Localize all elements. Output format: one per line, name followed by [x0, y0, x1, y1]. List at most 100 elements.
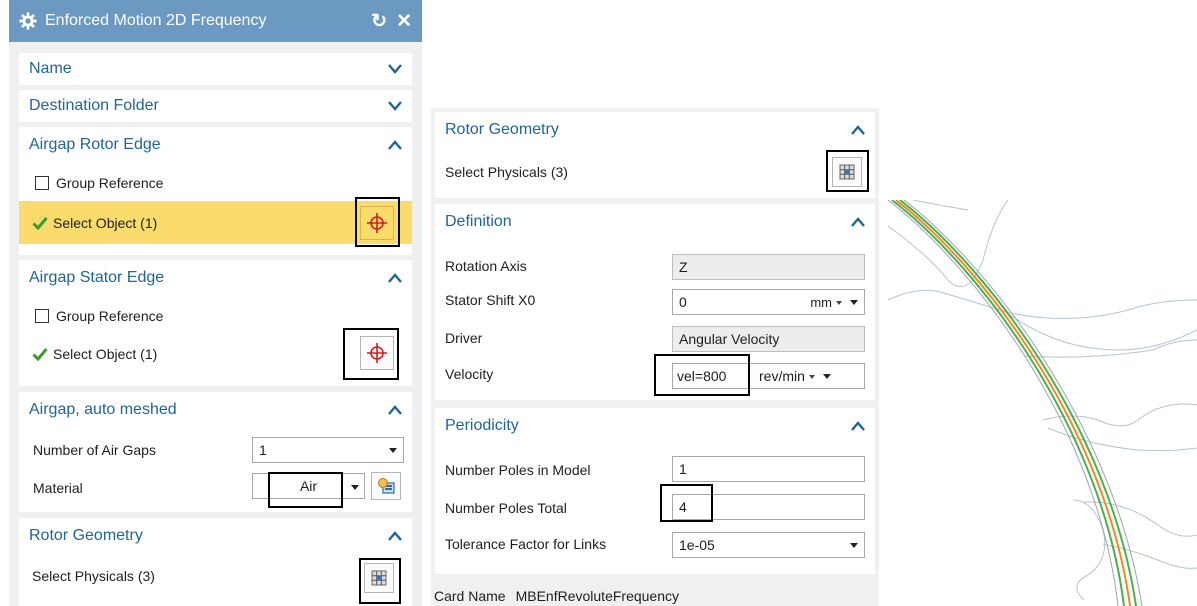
stator-group-reference-row[interactable]: Group Reference: [19, 304, 412, 328]
material-library-button[interactable]: [371, 472, 401, 500]
name-group-header[interactable]: Name: [19, 53, 412, 85]
group-reference-checkbox[interactable]: [35, 176, 49, 190]
destination-folder-group: Destination Folder: [19, 90, 412, 122]
group-reference-label: Group Reference: [56, 308, 164, 324]
dropdown-arrow-icon[interactable]: [850, 299, 858, 305]
gear-icon: [19, 12, 37, 30]
driver-label: Driver: [445, 330, 483, 346]
chevron-up-icon[interactable]: [851, 217, 865, 227]
chevron-up-icon[interactable]: [851, 125, 865, 135]
chevron-up-icon[interactable]: [851, 421, 865, 431]
dialog-title: Enforced Motion 2D Frequency: [45, 12, 267, 29]
unit-arrow-icon: [836, 301, 842, 306]
velocity-unit: rev/min: [759, 368, 805, 384]
destination-folder-header[interactable]: Destination Folder: [19, 90, 412, 122]
airgap-stator-edge-group: Airgap Stator Edge Group Reference Selec…: [19, 260, 412, 386]
rotor-geometry-title-left: Rotor Geometry: [29, 527, 143, 544]
rotor-geometry-title-right: Rotor Geometry: [445, 121, 559, 138]
rotor-selection-highlight-box: [355, 197, 400, 247]
select-physicals-label: Select Physicals (3): [32, 568, 155, 584]
poles-model-value: 1: [679, 461, 687, 477]
periodicity-header[interactable]: Periodicity: [435, 408, 875, 444]
poles-model-input[interactable]: 1: [672, 456, 865, 482]
physicals-highlight-box: [826, 150, 869, 192]
stator-shift-unit: mm: [810, 294, 832, 310]
destination-folder-title: Destination Folder: [29, 97, 159, 114]
dialog-title-bar: Enforced Motion 2D Frequency ↻ ✕: [9, 0, 422, 42]
dropdown-arrow-icon[interactable]: [822, 373, 831, 379]
airgap-stator-edge-title: Airgap Stator Edge: [29, 269, 165, 286]
airgap-auto-meshed-group: Airgap, auto meshed Number of Air Gaps 1…: [19, 392, 412, 512]
rotation-axis-value: Z: [679, 259, 688, 275]
card-name-value: MBEnfRevoluteFrequency: [515, 588, 680, 604]
airgap-auto-meshed-title: Airgap, auto meshed: [29, 401, 177, 418]
definition-title: Definition: [445, 213, 512, 230]
definition-header[interactable]: Definition: [435, 204, 875, 240]
airgap-arcs: [888, 200, 1143, 606]
chevron-up-icon[interactable]: [388, 273, 402, 283]
unit-arrow-icon: [808, 375, 815, 380]
dropdown-arrow-icon[interactable]: [351, 485, 359, 490]
num-air-gaps-value: 1: [259, 442, 267, 458]
name-group: Name: [19, 53, 412, 85]
periodicity-title: Periodicity: [445, 417, 519, 434]
rotation-axis-label: Rotation Axis: [445, 258, 527, 274]
physicals-highlight-box: [359, 558, 401, 604]
select-object-label: Select Object (1): [53, 214, 158, 231]
definition-group: Definition Rotation Axis Z Stator Shift …: [435, 204, 875, 400]
rotor-geometry-header-left[interactable]: Rotor Geometry: [19, 518, 412, 554]
rotor-geometry-group-right: Rotor Geometry Select Physicals (3): [435, 112, 875, 198]
periodicity-group: Periodicity Number Poles in Model 1 Numb…: [435, 408, 875, 574]
checkmark-icon: [32, 216, 48, 230]
material-library-icon: [378, 478, 395, 494]
select-object-label: Select Object (1): [53, 346, 158, 362]
checkmark-icon: [32, 348, 48, 361]
rotor-geometry-header-right[interactable]: Rotor Geometry: [435, 112, 875, 148]
model-graphics-view[interactable]: [888, 200, 1197, 606]
stator-shift-input[interactable]: 0 mm: [672, 289, 865, 315]
rotor-group-reference-row[interactable]: Group Reference: [19, 171, 412, 195]
velocity-unit-dropdown[interactable]: rev/min: [759, 368, 815, 384]
mesh-outline-lines: [888, 200, 1197, 601]
enforced-motion-dialog: Enforced Motion 2D Frequency ↻ ✕ Name De…: [9, 0, 422, 606]
material-label: Material: [33, 480, 83, 496]
group-reference-checkbox[interactable]: [35, 309, 49, 323]
chevron-up-icon[interactable]: [388, 531, 402, 541]
stator-selection-highlight-box: [343, 328, 399, 380]
close-icon[interactable]: ✕: [396, 12, 412, 31]
airgap-rotor-edge-header[interactable]: Airgap Rotor Edge: [19, 127, 412, 163]
stator-shift-label: Stator Shift X0: [445, 292, 536, 308]
rotor-select-object-row[interactable]: Select Object (1): [19, 201, 412, 244]
num-air-gaps-label: Number of Air Gaps: [33, 442, 156, 458]
reset-icon[interactable]: ↻: [371, 12, 387, 31]
chevron-down-icon[interactable]: [388, 64, 402, 74]
poles-model-label: Number Poles in Model: [445, 462, 591, 478]
rotation-axis-field: Z: [672, 254, 865, 280]
dropdown-arrow-icon: [850, 542, 858, 548]
material-highlight-box: [268, 472, 343, 508]
airgap-rotor-edge-title: Airgap Rotor Edge: [29, 136, 161, 153]
airgap-stator-edge-header[interactable]: Airgap Stator Edge: [19, 260, 412, 296]
velocity-highlight-box: [654, 354, 750, 396]
dropdown-arrow-icon: [389, 447, 397, 453]
stator-shift-unit-dropdown[interactable]: mm: [810, 295, 842, 310]
airgap-rotor-edge-group: Airgap Rotor Edge Group Reference Select…: [19, 127, 412, 255]
chevron-up-icon[interactable]: [388, 140, 402, 150]
card-name-row: Card Name MBEnfRevoluteFrequency: [434, 588, 679, 604]
velocity-label: Velocity: [445, 366, 494, 382]
tolerance-dropdown[interactable]: 1e-05: [672, 532, 865, 558]
select-physicals-label: Select Physicals (3): [445, 164, 568, 180]
rotor-definition-panel: Rotor Geometry Select Physicals (3) Defi…: [431, 108, 879, 606]
num-air-gaps-dropdown[interactable]: 1: [252, 437, 404, 463]
driver-field[interactable]: Angular Velocity: [672, 326, 865, 352]
chevron-down-icon[interactable]: [388, 101, 402, 111]
poles-total-label: Number Poles Total: [445, 500, 567, 516]
card-name-label: Card Name: [434, 588, 506, 604]
rotor-geometry-group-left: Rotor Geometry Select Physicals (3): [19, 518, 412, 606]
airgap-auto-meshed-header[interactable]: Airgap, auto meshed: [19, 392, 412, 428]
driver-value: Angular Velocity: [679, 331, 780, 347]
tolerance-value: 1e-05: [679, 537, 715, 553]
poles-total-highlight-box: [660, 484, 713, 522]
stator-shift-value: 0: [679, 294, 687, 310]
chevron-up-icon[interactable]: [388, 405, 402, 415]
